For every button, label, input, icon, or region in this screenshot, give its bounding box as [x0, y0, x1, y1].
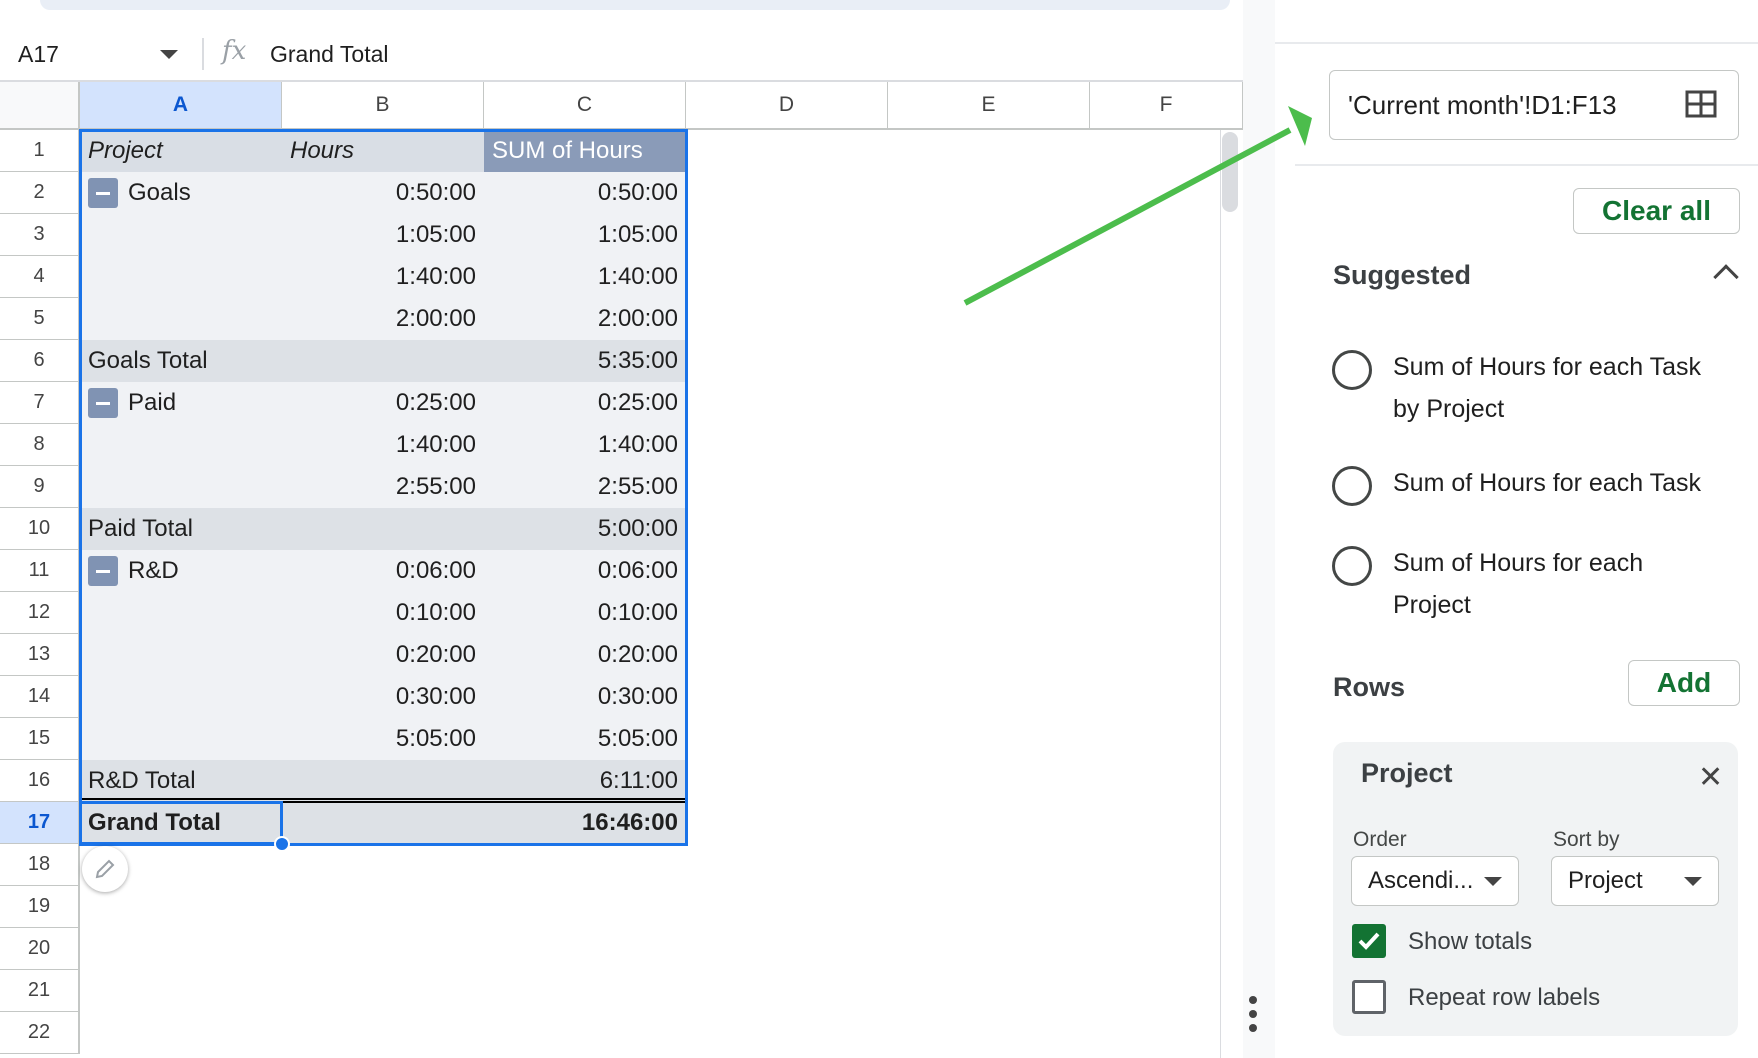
arrow-shaft: [963, 127, 1292, 306]
spreadsheet-window: A17 fx Grand Total A B C D E F 1 2 3 4 5 6 7 8 9 10 11 12…: [0, 0, 1758, 1058]
annotation-arrow: [963, 106, 1312, 306]
arrow-head: [1288, 106, 1312, 146]
